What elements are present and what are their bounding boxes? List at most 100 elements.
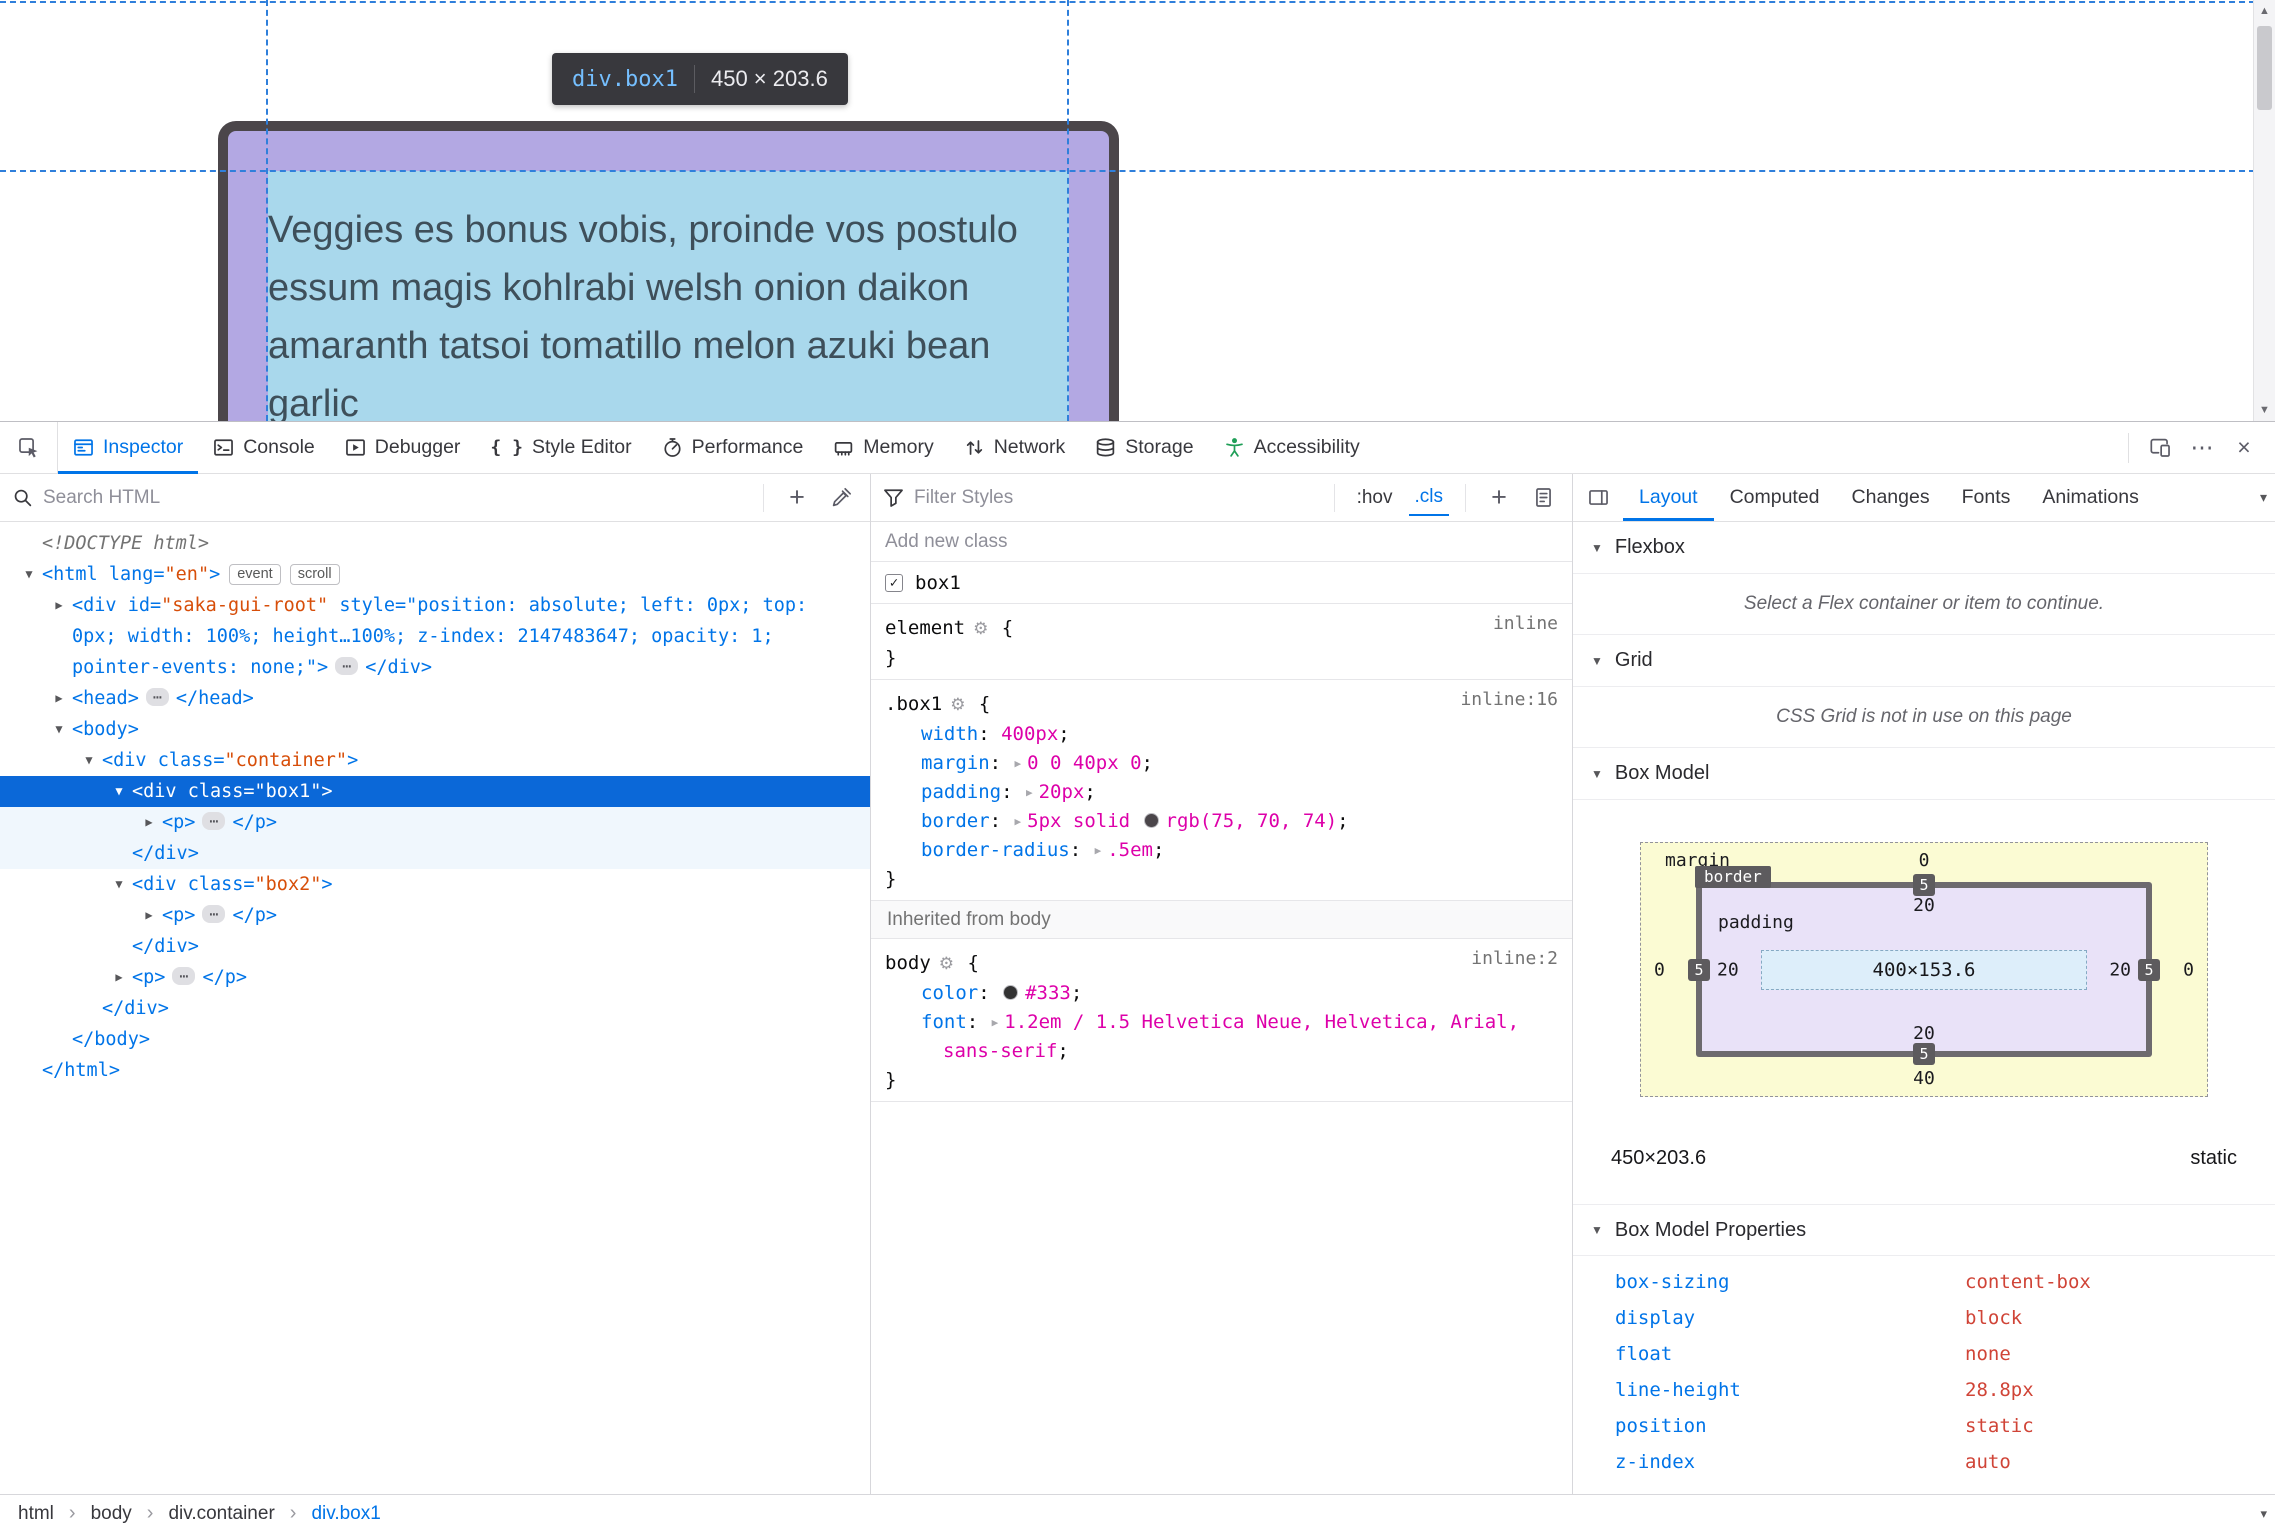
toggle-classes-button[interactable]: .cls: [1408, 480, 1449, 516]
markup-line[interactable]: <!DOCTYPE html>: [0, 528, 870, 559]
breadcrumb-item-body[interactable]: body: [91, 1503, 132, 1525]
markup-line[interactable]: ▼ <body>: [0, 714, 870, 745]
pick-element-button[interactable]: [0, 422, 58, 473]
collapsed-ellipsis[interactable]: ⋯: [202, 812, 226, 830]
responsive-design-button[interactable]: [2139, 427, 2181, 469]
markup-line[interactable]: ▼ <html lang="en"> event scroll: [0, 559, 870, 590]
markup-line[interactable]: </div>: [0, 931, 870, 962]
sidebar-tab-animations[interactable]: Animations: [2026, 474, 2154, 521]
color-swatch[interactable]: [1003, 985, 1019, 1000]
markup-badge-scroll[interactable]: scroll: [289, 564, 340, 585]
rule-source-link[interactable]: inline:16: [1460, 689, 1558, 710]
box-model-padding[interactable]: padding 20 20 20 20 400×153.6: [1702, 888, 2146, 1051]
toggle-sidebar-button[interactable]: [1573, 474, 1623, 521]
css-declaration[interactable]: width: 400px;: [871, 720, 1572, 749]
devtools-tab-storage[interactable]: Storage: [1080, 422, 1208, 473]
box-model-property-row[interactable]: float none: [1573, 1336, 2275, 1372]
box-model-property-row[interactable]: box-sizing content-box: [1573, 1264, 2275, 1300]
color-swatch[interactable]: [1143, 813, 1159, 828]
rule-gear-icon[interactable]: ⚙: [939, 954, 954, 974]
rule-gear-icon[interactable]: ⚙: [973, 619, 988, 639]
css-declaration[interactable]: margin: ▶ 0 0 40px 0;: [871, 749, 1572, 778]
filter-styles-input[interactable]: [914, 486, 1318, 509]
margin-left-value[interactable]: 0: [1654, 959, 1665, 980]
rule-selector[interactable]: element: [885, 617, 965, 639]
devtools-tab-style-editor[interactable]: { } Style Editor: [475, 422, 646, 473]
border-top-value[interactable]: 5: [1913, 874, 1935, 896]
css-declaration[interactable]: padding: ▶ 20px;: [871, 778, 1572, 807]
padding-right-value[interactable]: 20: [2109, 959, 2131, 980]
markup-line[interactable]: ▼ <div class="container">: [0, 745, 870, 776]
expand-twisty-icon[interactable]: ▶: [46, 590, 72, 621]
css-declaration[interactable]: border: ▶ 5px solid rgb(75, 70, 74);: [871, 807, 1572, 836]
rule-source-link[interactable]: inline:2: [1471, 948, 1558, 969]
close-devtools-button[interactable]: ×: [2223, 427, 2265, 469]
devtools-tab-debugger[interactable]: Debugger: [330, 422, 476, 473]
collapsed-ellipsis[interactable]: ⋯: [335, 657, 359, 675]
box-model-property-row[interactable]: position static: [1573, 1408, 2275, 1444]
collapse-twisty-icon[interactable]: ▼: [106, 869, 132, 900]
collapsed-ellipsis[interactable]: ⋯: [202, 905, 226, 923]
collapse-twisty-icon[interactable]: ▼: [106, 776, 132, 807]
collapsed-ellipsis[interactable]: ⋯: [172, 967, 196, 985]
markup-line[interactable]: ▶ <head> ⋯ </head>: [0, 683, 870, 714]
breadcrumb-item-div-box1[interactable]: div.box1: [311, 1503, 380, 1525]
box-model-content-size[interactable]: 400×153.6: [1761, 949, 2087, 990]
expand-value-icon[interactable]: ▶: [992, 1008, 999, 1037]
box-model-property-row[interactable]: line-height 28.8px: [1573, 1372, 2275, 1408]
box-model-border[interactable]: border 5 5 5 5 padding 20 20 20 20 400×1…: [1688, 866, 2160, 1065]
margin-right-value[interactable]: 0: [2183, 959, 2194, 980]
rule-selector[interactable]: .box1: [885, 693, 942, 715]
markup-line[interactable]: 0px; width: 100%; height…100%; z-index: …: [0, 621, 870, 652]
expand-value-icon[interactable]: ▶: [1015, 807, 1022, 836]
add-rule-button[interactable]: +: [1482, 480, 1516, 516]
scroll-down-icon[interactable]: ▼: [2254, 399, 2275, 421]
box-model-property-row[interactable]: display block: [1573, 1300, 2275, 1336]
border-right-value[interactable]: 5: [2138, 958, 2160, 981]
padding-left-value[interactable]: 20: [1717, 959, 1739, 980]
box-model-margin[interactable]: margin 0 40 0 0 border 5 5 5 5 padding 2…: [1640, 842, 2208, 1097]
devtools-tab-inspector[interactable]: Inspector: [58, 422, 199, 474]
expand-twisty-icon[interactable]: ▶: [106, 962, 132, 993]
markup-line[interactable]: ▶ <p> ⋯ </p>: [0, 807, 870, 838]
padding-top-value[interactable]: 20: [1702, 895, 2146, 916]
padding-bottom-value[interactable]: 20: [1702, 1023, 2146, 1044]
markup-badge-event[interactable]: event: [229, 564, 281, 585]
collapse-twisty-icon[interactable]: ▼: [76, 745, 102, 776]
expand-twisty-icon[interactable]: ▶: [46, 683, 72, 714]
css-declaration[interactable]: font: ▶ 1.2em / 1.5 Helvetica Neue, Helve…: [871, 1008, 1572, 1037]
toggle-pseudo-classes-button[interactable]: :hov: [1351, 480, 1399, 516]
markup-line-selected[interactable]: ▼ <div class="box1">: [0, 776, 870, 807]
collapse-twisty-icon[interactable]: ▼: [16, 559, 42, 590]
devtools-tab-accessibility[interactable]: Accessibility: [1209, 422, 1375, 473]
grid-section-header[interactable]: ▼ Grid: [1573, 635, 2275, 687]
devtools-tab-memory[interactable]: Memory: [818, 422, 948, 473]
sidebar-tab-fonts[interactable]: Fonts: [1946, 474, 2027, 521]
markup-line[interactable]: </div>: [0, 838, 870, 869]
devtools-tab-console[interactable]: Console: [198, 422, 330, 473]
search-html-input[interactable]: [43, 486, 747, 509]
expand-twisty-icon[interactable]: ▶: [136, 807, 162, 838]
devtools-menu-button[interactable]: ⋯: [2181, 427, 2223, 469]
scroll-up-icon[interactable]: ▲: [2254, 0, 2275, 22]
markup-line[interactable]: </html>: [0, 1055, 870, 1086]
create-node-button[interactable]: +: [780, 480, 814, 516]
rule-selector[interactable]: body: [885, 952, 931, 974]
expand-value-icon[interactable]: ▶: [1026, 778, 1033, 807]
markup-line[interactable]: </body>: [0, 1024, 870, 1055]
all-tabs-button[interactable]: ▾: [2255, 474, 2271, 521]
page-scrollbar[interactable]: ▲ ▼: [2253, 0, 2275, 421]
markup-line[interactable]: ▶ <div id="saka-gui-root" style="position…: [0, 590, 870, 621]
add-class-input[interactable]: [885, 530, 1558, 553]
margin-bottom-value[interactable]: 40: [1641, 1068, 2207, 1089]
sidebar-tab-layout[interactable]: Layout: [1623, 474, 1714, 521]
box-model-section-header[interactable]: ▼ Box Model: [1573, 748, 2275, 800]
expand-twisty-icon[interactable]: ▶: [136, 900, 162, 931]
sidebar-tab-computed[interactable]: Computed: [1714, 474, 1836, 521]
markup-line[interactable]: ▶ <p> ⋯ </p>: [0, 900, 870, 931]
markup-line[interactable]: </div>: [0, 993, 870, 1024]
expand-value-icon[interactable]: ▶: [1015, 749, 1022, 778]
devtools-tab-network[interactable]: Network: [949, 422, 1081, 473]
markup-line[interactable]: ▼ <div class="box2">: [0, 869, 870, 900]
box-model-properties-header[interactable]: ▼ Box Model Properties: [1573, 1204, 2275, 1256]
